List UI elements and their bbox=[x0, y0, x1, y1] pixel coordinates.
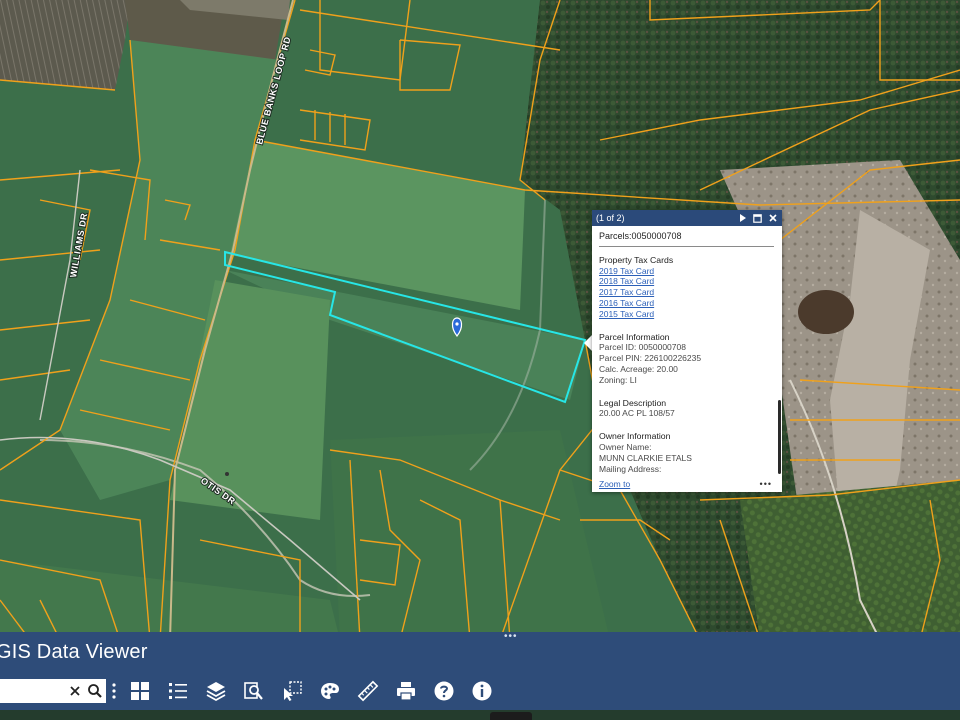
popup-feature-count: (1 of 2) bbox=[596, 213, 625, 223]
tax-cards-heading: Property Tax Cards bbox=[599, 254, 674, 265]
search-menu-icon[interactable] bbox=[110, 681, 118, 701]
tax-card-link[interactable]: 2015 Tax Card bbox=[599, 309, 774, 320]
zoning: Zoning: LI bbox=[599, 374, 637, 385]
next-feature-icon[interactable] bbox=[737, 213, 748, 224]
popup-header: (1 of 2) bbox=[592, 210, 782, 226]
more-actions-icon[interactable]: ••• bbox=[760, 479, 772, 489]
parcel-id: Parcel ID: 0050000708 bbox=[599, 342, 686, 353]
bottom-toolbar: ••• GIS Data Viewer bbox=[0, 632, 960, 710]
popup-footer: Zoom to ••• bbox=[599, 478, 772, 490]
owner-name: MUNN CLARKIE ETALS bbox=[599, 452, 692, 463]
legal-section: Legal Description 20.00 AC PL 108/57 bbox=[599, 398, 774, 420]
parcel-pin: Parcel PIN: 226100226235 bbox=[599, 353, 702, 364]
search-box bbox=[0, 679, 106, 703]
info-popup: (1 of 2) Parcels:0050000708 Property Tax… bbox=[592, 210, 782, 492]
map-bottom-strip bbox=[0, 710, 960, 720]
legend-icon[interactable] bbox=[166, 679, 190, 703]
layers-icon[interactable] bbox=[204, 679, 228, 703]
search-input[interactable] bbox=[0, 679, 64, 703]
owner-name-label: Owner Name: bbox=[599, 441, 652, 452]
popup-content: Parcels:0050000708 Property Tax Cards 20… bbox=[592, 226, 782, 478]
mailing-address-label: Mailing Address: bbox=[599, 463, 662, 474]
parcel-info-section: Parcel Information Parcel ID: 0050000708… bbox=[599, 332, 774, 386]
owner-heading: Owner Information bbox=[599, 431, 671, 442]
print-icon[interactable] bbox=[394, 679, 418, 703]
app-title: GIS Data Viewer bbox=[0, 641, 148, 663]
search-icon[interactable] bbox=[86, 682, 104, 700]
gis-viewer: BLUE BANKS LOOP RD WILLIAMS DR OTIS DR (… bbox=[0, 0, 960, 720]
tax-card-link[interactable]: 2016 Tax Card bbox=[599, 298, 774, 309]
parcel-info-heading: Parcel Information bbox=[599, 331, 670, 342]
tax-card-link[interactable]: 2017 Tax Card bbox=[599, 287, 774, 298]
help-icon[interactable] bbox=[432, 679, 456, 703]
close-icon[interactable] bbox=[767, 213, 778, 224]
tax-card-link[interactable]: 2019 Tax Card bbox=[599, 266, 774, 277]
basemap-gallery-icon[interactable] bbox=[128, 679, 152, 703]
tax-card-link[interactable]: 2018 Tax Card bbox=[599, 276, 774, 287]
popup-title: Parcels:0050000708 bbox=[599, 231, 774, 247]
clear-search-icon[interactable] bbox=[66, 682, 84, 700]
legal-heading: Legal Description bbox=[599, 397, 667, 408]
popup-scrollbar[interactable] bbox=[778, 400, 781, 474]
about-icon[interactable] bbox=[470, 679, 494, 703]
attribute-table-toggle[interactable] bbox=[490, 712, 532, 720]
map-view[interactable]: BLUE BANKS LOOP RD WILLIAMS DR OTIS DR bbox=[0, 0, 960, 720]
maximize-icon[interactable] bbox=[752, 213, 763, 224]
owner-section: Owner Information Owner Name: MUNN CLARK… bbox=[599, 431, 774, 474]
panel-resize-handle[interactable]: ••• bbox=[504, 632, 518, 642]
select-icon[interactable] bbox=[280, 679, 304, 703]
draw-icon[interactable] bbox=[318, 679, 342, 703]
legal-description: 20.00 AC PL 108/57 bbox=[599, 408, 675, 419]
calc-acreage: Calc. Acreage: 20.00 bbox=[599, 363, 678, 374]
measure-icon[interactable] bbox=[356, 679, 380, 703]
tax-cards-section: Property Tax Cards 2019 Tax Card 2018 Ta… bbox=[599, 255, 774, 320]
query-icon[interactable] bbox=[242, 679, 266, 703]
zoom-to-link[interactable]: Zoom to bbox=[599, 479, 760, 489]
